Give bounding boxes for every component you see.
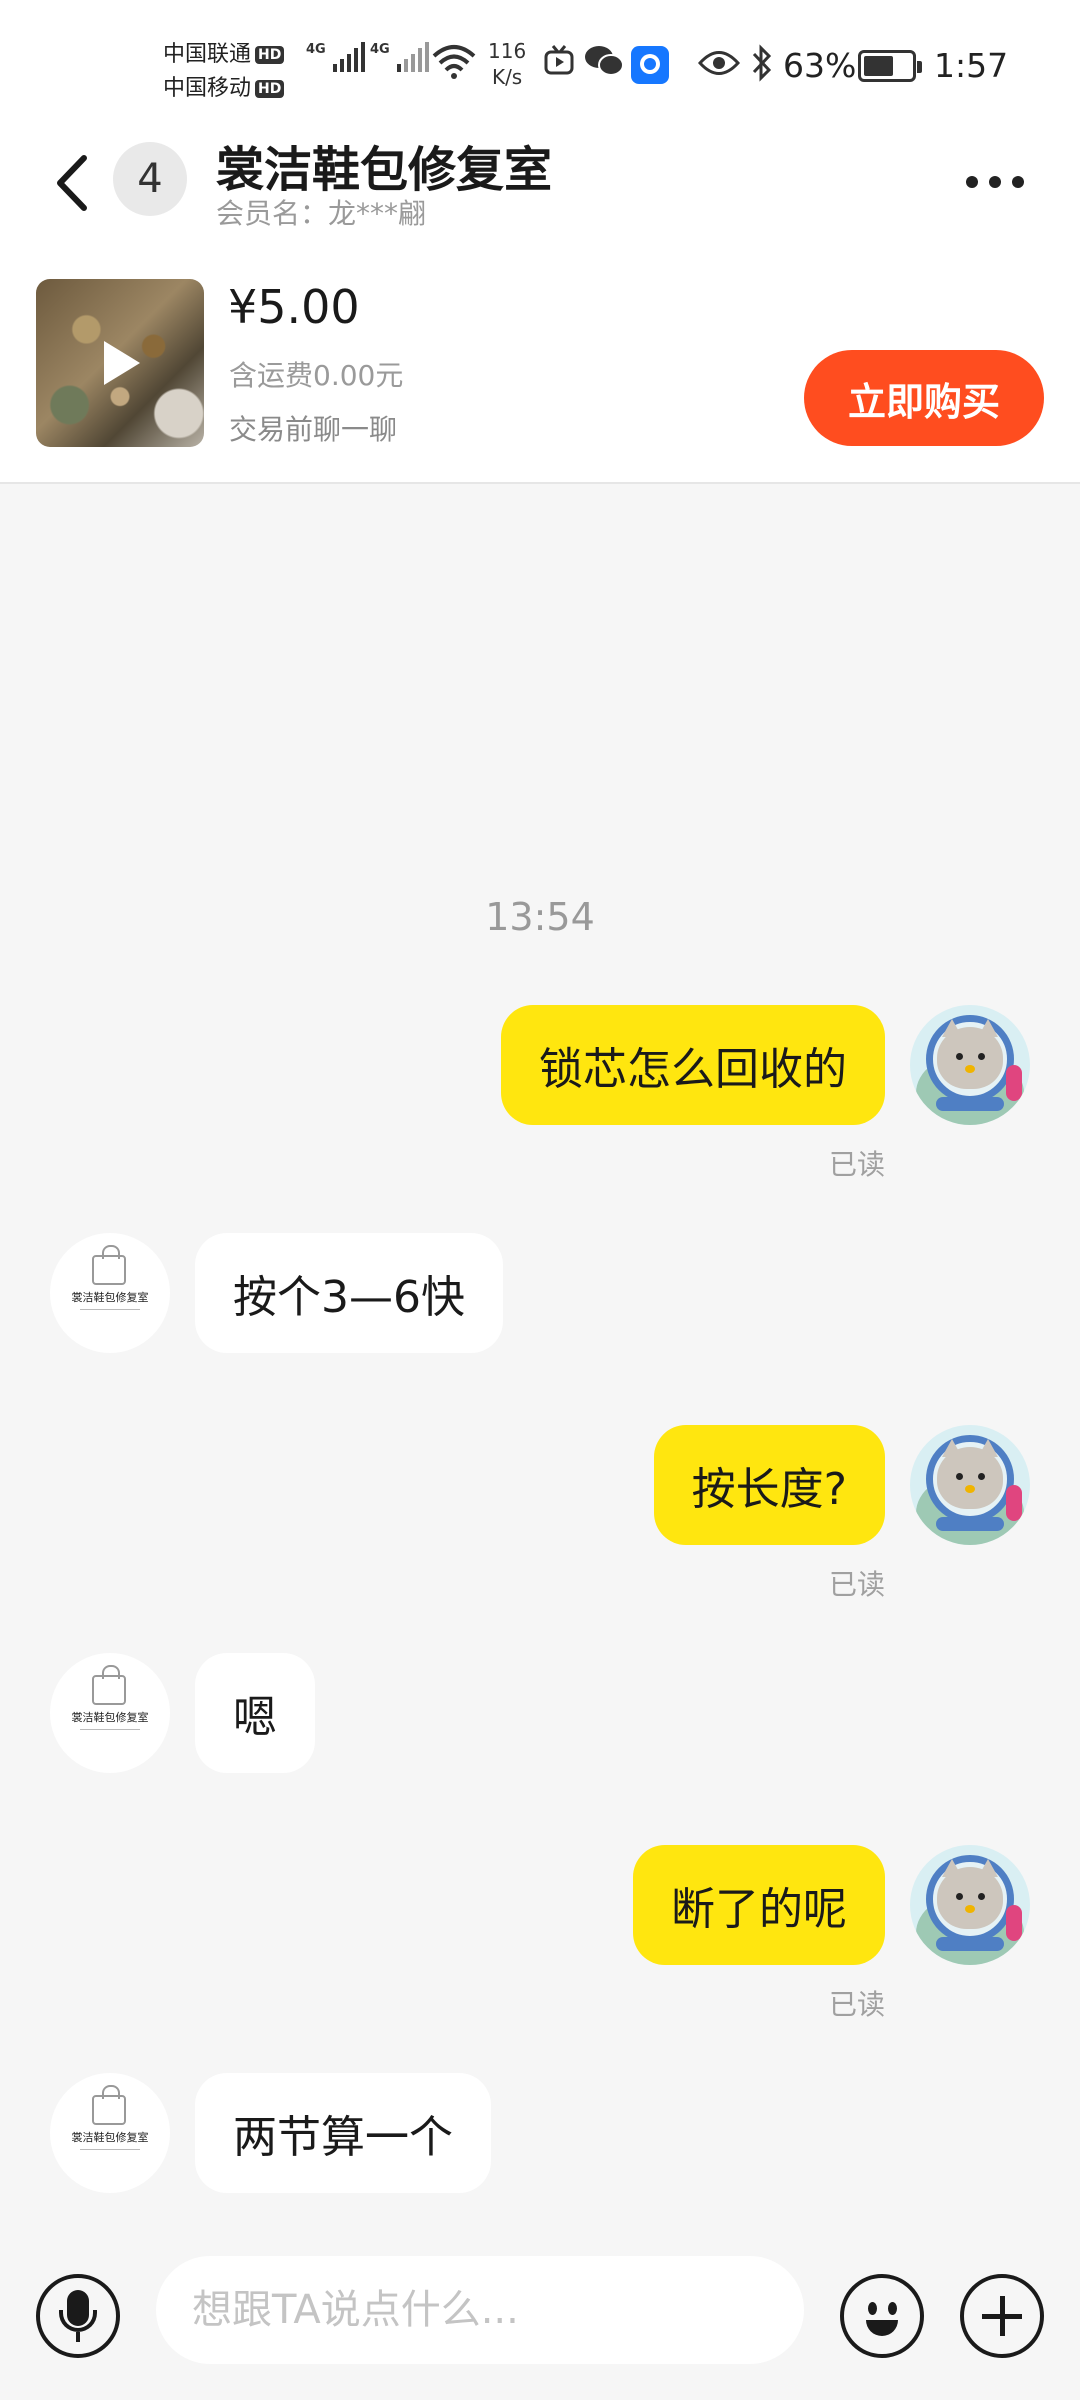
back-button[interactable] [48, 148, 98, 218]
carrier-1: 中国联通 HD [163, 36, 285, 68]
chat-hint: 交易前聊一聊 [229, 413, 398, 446]
hd-icon: HD [255, 46, 285, 64]
read-receipt: 已读 [828, 1568, 885, 1601]
message-input[interactable] [156, 2256, 804, 2364]
message-bubble-received[interactable]: 嗯 [195, 1653, 315, 1773]
emoji-icon [868, 2302, 877, 2315]
shop-avatar-label: 裳洁鞋包修复室 [71, 1291, 149, 1304]
play-icon [104, 341, 140, 385]
battery-icon [858, 50, 922, 82]
my-avatar[interactable] [910, 1005, 1030, 1125]
eye-icon [698, 51, 740, 75]
member-name: 会员名：龙***翩 [216, 197, 427, 230]
chat-timestamp: 13:54 [485, 895, 595, 939]
product-card: ¥5.00 含运费0.00元 交易前聊一聊 立即购买 [0, 240, 1080, 484]
my-avatar[interactable] [910, 1845, 1030, 1965]
wifi-icon [432, 45, 476, 79]
input-bar [0, 2232, 1080, 2400]
more-actions-button[interactable] [960, 2274, 1044, 2358]
read-receipt: 已读 [828, 1148, 885, 1181]
emoji-button[interactable] [840, 2274, 924, 2358]
voice-button[interactable] [36, 2274, 120, 2358]
shop-avatar-label: 裳洁鞋包修复室 [71, 1711, 149, 1724]
page-title: 裳洁鞋包修复室 [216, 142, 553, 198]
status-bar: 中国联通 HD 中国移动 HD 4G 4G 116 K/s 63% 1:57 [0, 0, 1080, 130]
video-app-icon [544, 45, 574, 75]
signal-icon: 4G [306, 42, 365, 72]
wechat-icon [585, 46, 624, 76]
battery-percent: 63% [783, 46, 857, 85]
more-dots-icon [966, 176, 978, 188]
app-notification-icon [631, 46, 669, 84]
carrier-1-label: 中国联通 [163, 42, 252, 67]
message-bubble-sent[interactable]: 锁芯怎么回收的 [501, 1005, 885, 1125]
signal-icon: 4G [370, 42, 429, 72]
carrier-2: 中国移动 HD [163, 70, 285, 102]
shop-avatar[interactable]: 裳洁鞋包修复室 [50, 2073, 170, 2193]
shipping-fee: 含运费0.00元 [229, 359, 404, 392]
shop-avatar[interactable]: 裳洁鞋包修复室 [50, 1653, 170, 1773]
bag-icon [92, 1665, 126, 1705]
bag-icon [92, 2085, 126, 2125]
bluetooth-icon [752, 44, 772, 82]
my-avatar[interactable] [910, 1425, 1030, 1545]
carrier-2-label: 中国移动 [163, 76, 252, 101]
message-bubble-sent[interactable]: 按长度? [653, 1425, 885, 1545]
bag-icon [92, 1245, 126, 1285]
product-price: ¥5.00 [228, 280, 360, 334]
message-bubble-received[interactable]: 两节算一个 [195, 2073, 491, 2193]
buy-now-button[interactable]: 立即购买 [804, 350, 1044, 446]
network-type-label: 4G [306, 42, 326, 57]
shop-avatar-label: 裳洁鞋包修复室 [71, 2131, 149, 2144]
net-speed-value: 116 [488, 39, 527, 63]
more-dots-icon [989, 176, 1001, 188]
network-type-label: 4G [370, 42, 390, 57]
more-button[interactable] [966, 170, 1036, 194]
unread-count-badge[interactable]: 4 [113, 142, 187, 216]
chevron-left-icon [57, 155, 87, 211]
message-bubble-received[interactable]: 按个3—6快 [195, 1233, 503, 1353]
clock: 1:57 [934, 46, 1009, 85]
shop-avatar[interactable]: 裳洁鞋包修复室 [50, 1233, 170, 1353]
hd-icon: HD [255, 80, 285, 98]
net-speed-unit: K/s [491, 65, 523, 89]
message-bubble-sent[interactable]: 断了的呢 [633, 1845, 885, 1965]
product-thumbnail[interactable] [36, 279, 204, 447]
chat-header: 4 裳洁鞋包修复室 会员名：龙***翩 [0, 130, 1080, 240]
battery-level-fill [864, 56, 893, 76]
read-receipt: 已读 [828, 1988, 885, 2021]
net-speed: 116 K/s [488, 38, 526, 90]
more-dots-icon [1012, 176, 1024, 188]
